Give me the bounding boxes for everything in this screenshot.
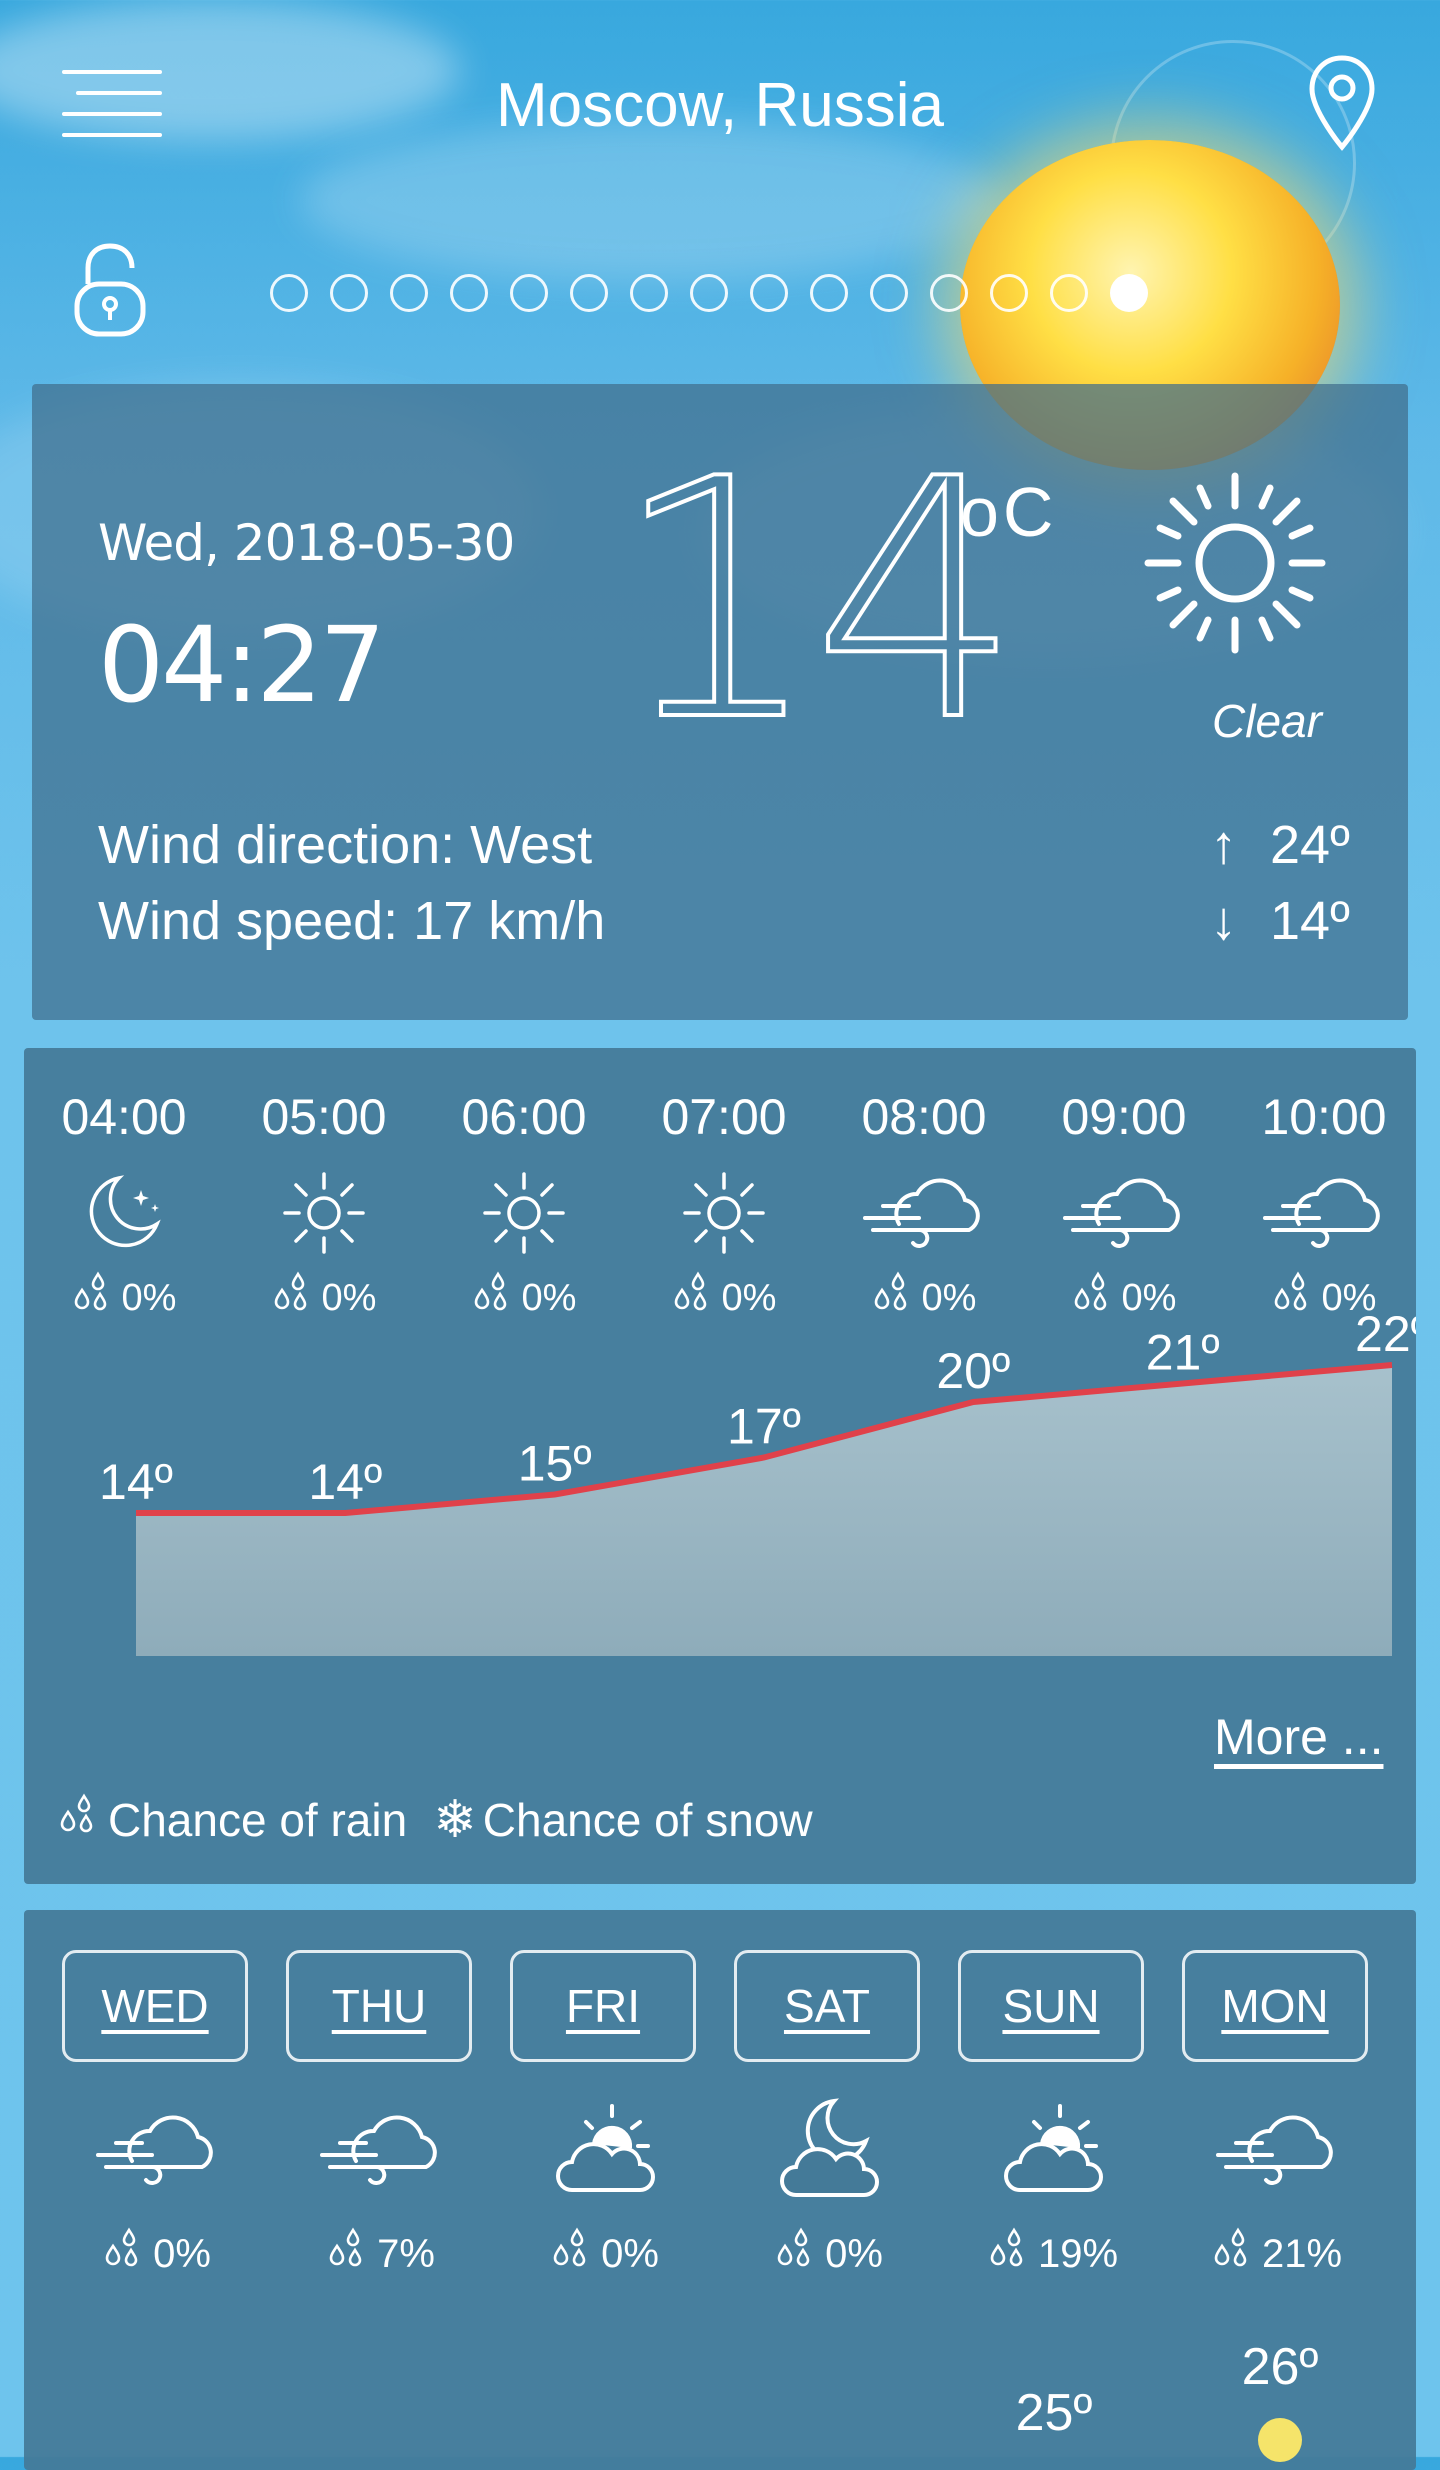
menu-icon[interactable] <box>62 70 162 140</box>
temperature-label: 21º <box>1146 1325 1220 1381</box>
city-title: Moscow, Russia <box>496 71 944 140</box>
temperature-label: 20º <box>936 1343 1010 1399</box>
temperature-unit: oC <box>960 473 1058 551</box>
pager-dot[interactable] <box>1110 274 1148 312</box>
pager-dot[interactable] <box>330 274 368 312</box>
daily-forecast-card[interactable]: WED 0% THU 7% FRI 0% SAT 0% SUN 19% MON 21% 2… <box>24 1910 1416 2470</box>
temperature-label: 17º <box>727 1399 801 1455</box>
location-pin-icon[interactable] <box>1306 54 1378 159</box>
daily-temperature-chart: 25º 26º <box>1016 2338 1319 2462</box>
snowflake-icon: ❄ <box>433 1791 477 1849</box>
legend-snow-label: Chance of snow <box>482 1794 813 1846</box>
daily-temp-label: 25º <box>1016 2384 1093 2442</box>
low-temp: ↓ 14º <box>1210 890 1350 952</box>
rain-drop-icon <box>58 1792 98 1849</box>
pager-dot[interactable] <box>630 274 668 312</box>
chart-legend: Chance of rain ❄ Chance of snow <box>58 1790 839 1850</box>
more-link[interactable]: More ... <box>1214 1708 1383 1766</box>
arrow-up-icon: ↑ <box>1210 815 1237 875</box>
pager-dot[interactable] <box>750 274 788 312</box>
pager-dot[interactable] <box>870 274 908 312</box>
legend-rain-label: Chance of rain <box>108 1794 408 1846</box>
current-temperature: 14 <box>610 409 1024 793</box>
current-weather-card: Wed, 2018-05-30 04:27 14 oC Clear Wind d… <box>32 384 1408 1020</box>
temperature-label: 14º <box>308 1454 382 1510</box>
unlock-icon[interactable] <box>72 240 148 345</box>
pager-dot[interactable] <box>270 274 308 312</box>
current-date: Wed, 2018-05-30 <box>98 514 515 572</box>
pager-dot[interactable] <box>690 274 728 312</box>
wind-direction: Wind direction: West <box>98 815 593 875</box>
location-pager[interactable] <box>270 274 1170 312</box>
arrow-down-icon: ↓ <box>1210 891 1237 951</box>
temperature-label: 15º <box>518 1436 592 1492</box>
pager-dot[interactable] <box>570 274 608 312</box>
temperature-point <box>1258 2418 1302 2462</box>
temperature-label: 22º <box>1355 1306 1416 1362</box>
sun-icon <box>1140 468 1330 663</box>
hourly-forecast-card[interactable]: 04:00 0% 05:00 0% 06:00 0% 07:00 0% 08:00 0%… <box>24 1048 1416 1884</box>
high-temp-value: 24º <box>1270 815 1350 875</box>
pager-dot[interactable] <box>450 274 488 312</box>
daily-temp-label: 26º <box>1242 2338 1319 2396</box>
pager-dot[interactable] <box>390 274 428 312</box>
pager-dot[interactable] <box>510 274 548 312</box>
low-temp-value: 14º <box>1270 891 1350 951</box>
wind-speed: Wind speed: 17 km/h <box>98 891 606 951</box>
current-time: 04:27 <box>98 604 386 726</box>
pager-dot[interactable] <box>1050 274 1088 312</box>
condition-label: Clear <box>1212 695 1322 747</box>
pager-dot[interactable] <box>930 274 968 312</box>
hourly-temperature-chart: 14º 14º 15º 17º 20º 21º 22º <box>99 1306 1416 1656</box>
pager-dot[interactable] <box>990 274 1028 312</box>
temperature-label: 14º <box>99 1454 173 1510</box>
pager-dot[interactable] <box>810 274 848 312</box>
high-temp: ↑ 24º <box>1210 814 1350 876</box>
